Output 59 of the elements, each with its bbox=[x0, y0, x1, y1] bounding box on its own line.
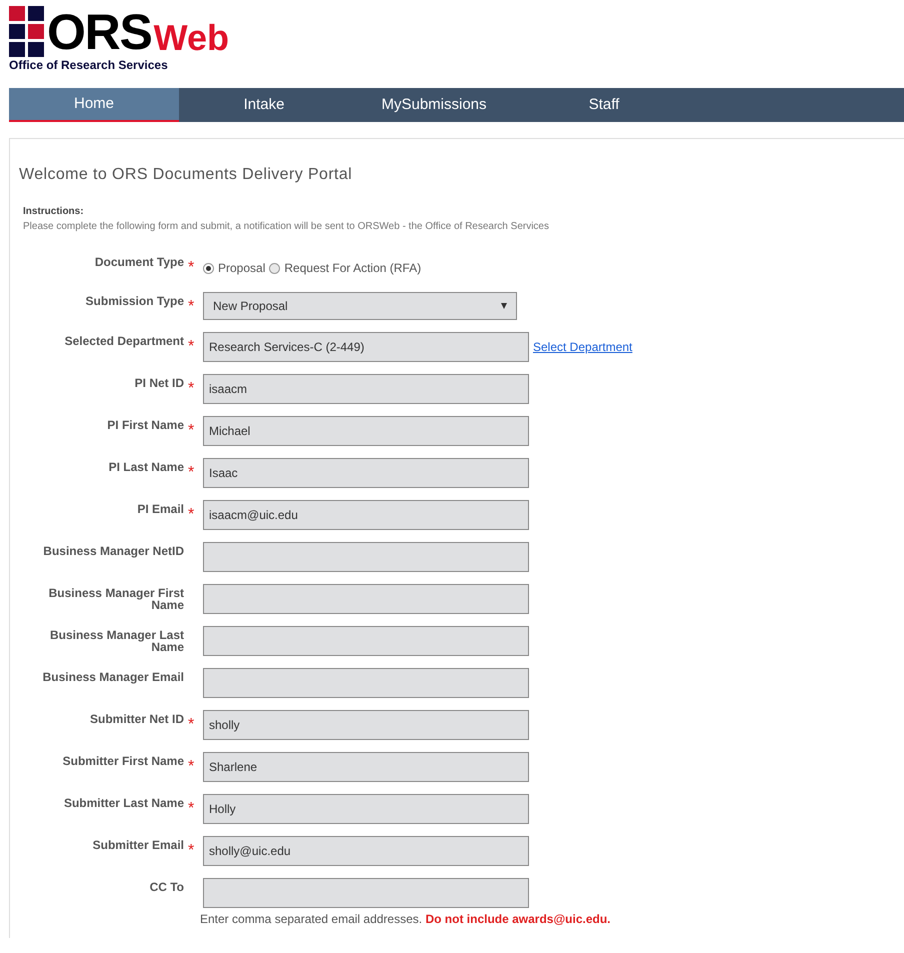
field-label: Submitter Net ID bbox=[88, 713, 184, 725]
field-label: Submitter Email bbox=[92, 839, 184, 851]
instructions-text: Please complete the following form and submit, a notification will be sent to ORSWeb - the Office of Research Services bbox=[23, 220, 550, 234]
required-asterisk: * bbox=[188, 841, 195, 861]
required-asterisk: * bbox=[188, 757, 195, 777]
warning-text: Do not include awards@uic.edu. bbox=[425, 912, 611, 926]
page-title: Welcome to ORS Documents Delivery Portal bbox=[19, 165, 354, 185]
text-input-field[interactable]: isaacm@uic.edu bbox=[203, 500, 529, 530]
submission-type-select[interactable]: New Proposal bbox=[203, 292, 517, 320]
required-asterisk: * bbox=[188, 337, 195, 357]
field-label: PI First Name bbox=[106, 419, 184, 431]
field-label: PI Net ID bbox=[134, 377, 184, 389]
text-input-field[interactable] bbox=[203, 584, 529, 614]
instructions-heading: Instructions: bbox=[23, 205, 85, 219]
text-input-field[interactable] bbox=[203, 626, 529, 656]
nav-tab[interactable]: Staff bbox=[519, 88, 689, 122]
field-label: CC To bbox=[148, 881, 184, 893]
logo-title: ORS bbox=[47, 6, 152, 58]
text-input-field[interactable] bbox=[203, 668, 529, 698]
field-label: Business Manager Last Name bbox=[48, 629, 184, 653]
radio-option[interactable]: Request For Action (RFA) bbox=[269, 259, 422, 277]
required-asterisk: * bbox=[188, 258, 195, 278]
text-input-field[interactable]: Isaac bbox=[203, 458, 529, 488]
text-input-field[interactable]: Holly bbox=[203, 794, 529, 824]
radio-option[interactable]: Proposal bbox=[203, 259, 266, 277]
dropdown-caret-icon bbox=[501, 303, 507, 309]
required-asterisk: * bbox=[188, 463, 195, 483]
logo-subtitle: Office of Research Services bbox=[9, 58, 169, 72]
required-asterisk: * bbox=[188, 421, 195, 441]
field-label: Submission Type bbox=[84, 295, 184, 307]
required-asterisk: * bbox=[188, 505, 195, 525]
field-label: Business Manager First Name bbox=[48, 587, 184, 611]
field-label: Selected Department bbox=[64, 335, 184, 347]
required-asterisk: * bbox=[188, 297, 195, 317]
field-label: Submitter First Name bbox=[62, 755, 184, 767]
text-input-field[interactable] bbox=[203, 878, 529, 908]
text-input-field[interactable]: Michael bbox=[203, 416, 529, 446]
field-label: Submitter Last Name bbox=[62, 797, 184, 809]
text-input-field[interactable] bbox=[203, 542, 529, 572]
nav-tab[interactable]: MySubmissions bbox=[349, 88, 519, 122]
required-asterisk: * bbox=[188, 715, 195, 735]
field-label: PI Email bbox=[136, 503, 184, 515]
logo-accent-text: Web bbox=[154, 18, 229, 58]
text-input-field[interactable]: Research Services-C (2-449) bbox=[203, 332, 529, 362]
required-asterisk: * bbox=[188, 799, 195, 819]
nav-tab[interactable]: Home bbox=[9, 88, 179, 122]
field-label: Business Manager NetID bbox=[42, 545, 184, 557]
hint-text: Enter comma separated email addresses. bbox=[200, 912, 422, 926]
logo-grid-icon bbox=[9, 6, 45, 58]
text-input-field[interactable]: Sharlene bbox=[203, 752, 529, 782]
required-asterisk: * bbox=[188, 379, 195, 399]
select-department-link[interactable]: Select Department bbox=[533, 338, 632, 356]
field-label: Document Type bbox=[94, 256, 184, 268]
text-input-field[interactable]: sholly@uic.edu bbox=[203, 836, 529, 866]
field-label: PI Last Name bbox=[108, 461, 184, 473]
field-label: Business Manager Email bbox=[42, 671, 184, 683]
text-input-field[interactable]: isaacm bbox=[203, 374, 529, 404]
text-input-field[interactable]: sholly bbox=[203, 710, 529, 740]
nav-tab[interactable]: Intake bbox=[179, 88, 349, 122]
